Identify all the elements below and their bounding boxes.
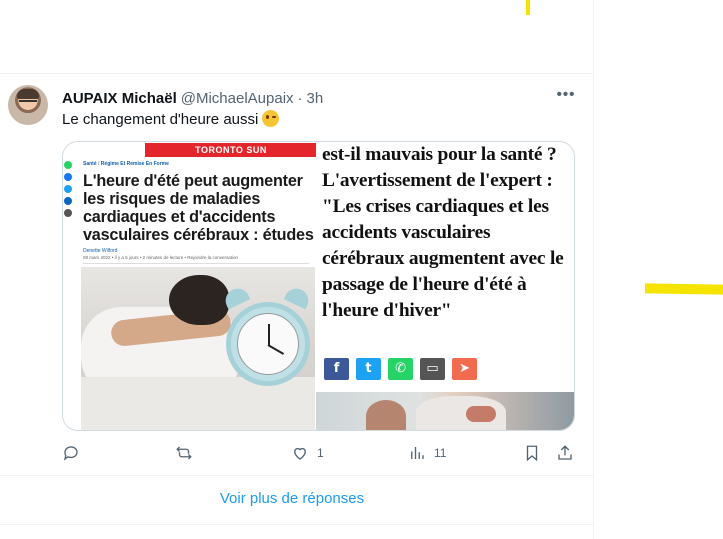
retweet-icon (176, 446, 192, 460)
person-head (366, 400, 407, 430)
reply-icon (63, 446, 78, 461)
divider (83, 263, 309, 264)
more-options-icon[interactable]: ••• (556, 87, 576, 108)
separator-dot: · (297, 89, 303, 107)
tweet-text-content: Le changement d'heure aussi (62, 111, 259, 128)
author-name[interactable]: AUPAIX Michaël (62, 90, 177, 107)
article-social-icons (64, 161, 74, 221)
facebook-icon (64, 173, 72, 181)
highlight-mark-right (645, 283, 723, 295)
like-count: 1 (317, 446, 324, 460)
author-handle[interactable]: @MichaelAupaix (181, 90, 294, 107)
email-icon (64, 209, 72, 217)
divider (0, 524, 594, 525)
retweet-button[interactable] (175, 440, 201, 466)
bed-sheet (81, 377, 315, 430)
twitter-icon (64, 185, 72, 193)
avatar-glasses (19, 100, 37, 105)
tweet-media[interactable]: TORONTO SUN Santé / Régime Et Remise En … (62, 141, 575, 431)
views-count: 11 (434, 446, 447, 460)
sleeping-person-photo (81, 267, 315, 430)
facebook-icon: f (324, 358, 350, 380)
media-image-right[interactable]: est-il mauvais pour la santé ? L'avertis… (316, 142, 574, 430)
article-author: Denette Wilford (83, 248, 118, 254)
tweet-time[interactable]: 3h (307, 90, 324, 107)
bookmark-button[interactable] (523, 440, 541, 466)
person-hand (466, 406, 497, 422)
whatsapp-icon (64, 161, 72, 169)
tweet-text: Le changement d'heure aussi (62, 110, 280, 128)
heart-icon (294, 447, 306, 460)
clock-face (237, 313, 299, 375)
show-more-replies-link[interactable]: Voir plus de réponses (0, 490, 584, 507)
article-headline: L'heure d'été peut augmenter les risques… (83, 172, 314, 244)
breadcrumb-sub: Régime Et Remise En Forme (100, 161, 169, 167)
masthead: TORONTO SUN (145, 143, 317, 157)
views-button[interactable]: 11 (408, 440, 446, 466)
avatar-hair (17, 89, 39, 99)
comment-icon: ▭ (420, 358, 446, 380)
winking-face-icon (262, 110, 280, 127)
breadcrumb: Santé / Régime Et Remise En Forme (83, 161, 169, 167)
views-chart-icon (411, 447, 424, 459)
like-button[interactable]: 1 (291, 440, 324, 466)
share-button[interactable] (556, 440, 574, 466)
clock-hand-hour (268, 324, 270, 346)
share-buttons: f t ✆ ▭ ➤ (324, 358, 478, 380)
tweet-header: AUPAIX Michaël @MichaelAupaix · 3h (62, 88, 323, 108)
telegram-icon: ➤ (452, 358, 478, 380)
chest-pain-photo (316, 392, 574, 430)
divider (0, 73, 594, 74)
reply-button[interactable] (62, 440, 88, 466)
clock-bell-right (283, 284, 313, 310)
sleeper-head (169, 275, 229, 325)
whatsapp-icon: ✆ (388, 358, 414, 380)
tweet-actions: 1 11 (56, 440, 586, 466)
media-image-left[interactable]: TORONTO SUN Santé / Régime Et Remise En … (63, 142, 317, 430)
bookmark-icon (526, 445, 538, 462)
clock-hand-minute (267, 344, 285, 355)
twitter-icon: t (356, 358, 382, 380)
linkedin-icon (64, 197, 72, 205)
article-quote: est-il mauvais pour la santé ? L'avertis… (322, 144, 564, 321)
divider (0, 475, 594, 476)
avatar[interactable] (8, 85, 48, 125)
share-icon (558, 445, 572, 460)
breadcrumb-section: Santé (83, 161, 97, 167)
alarm-clock-icon (226, 302, 310, 386)
article-meta: 08 mars 2022 • il y a 5 jours • 2 minute… (83, 255, 239, 260)
